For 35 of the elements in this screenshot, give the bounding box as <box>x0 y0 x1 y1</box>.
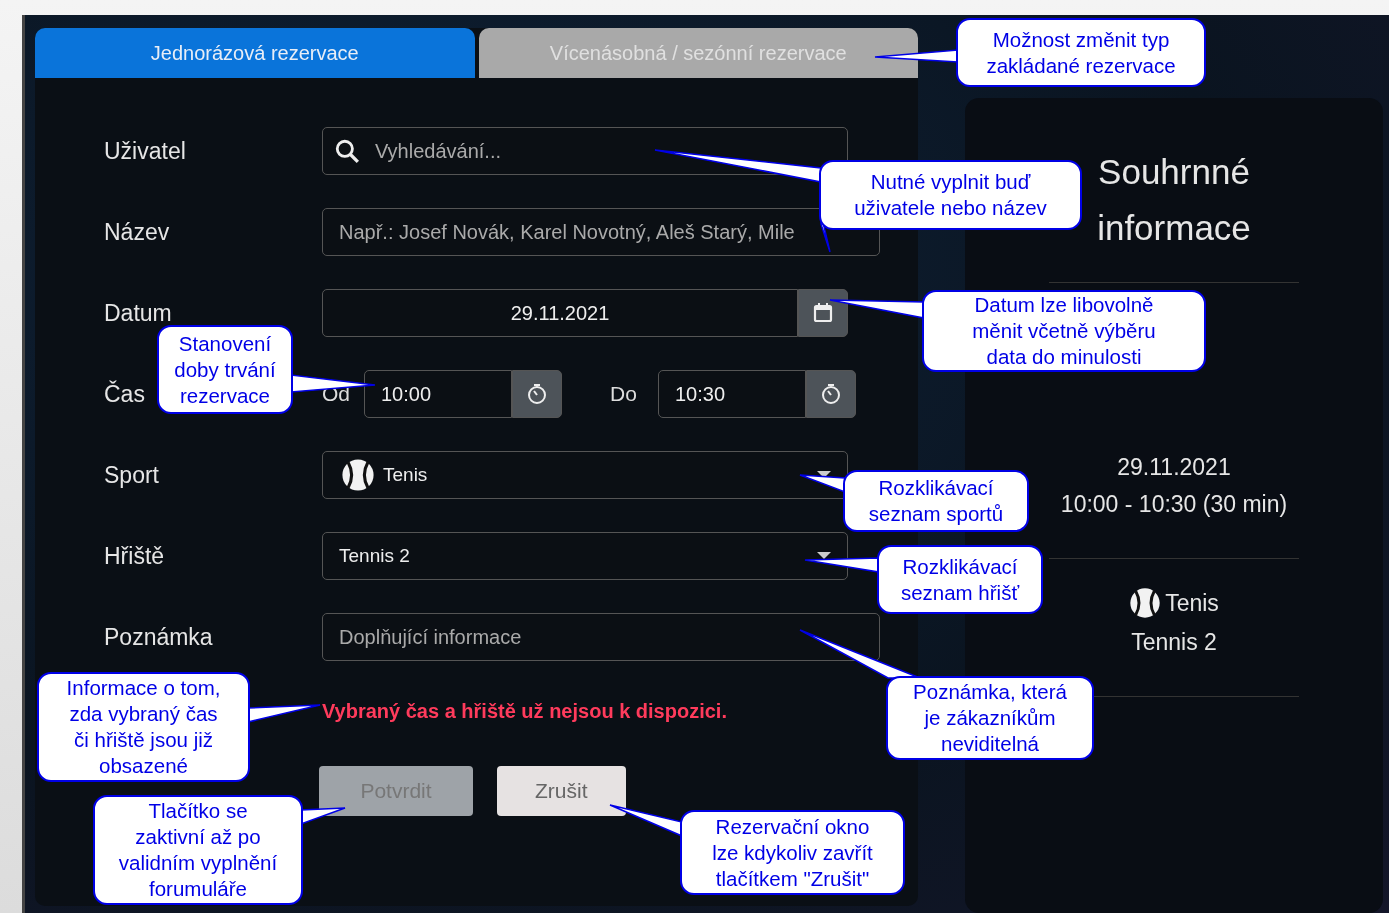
callout: Rozklikávací seznam hřišť <box>877 545 1043 614</box>
callout: Nutné vyplnit buď uživatele nebo název <box>819 160 1082 230</box>
callout: Informace o tom, zda vybraný čas či hřiště jsou již obsazené <box>37 672 250 782</box>
field-label: Sport <box>104 461 159 488</box>
field-label: Datum <box>104 299 172 326</box>
search-field[interactable]: Vyhledávání... <box>322 127 848 175</box>
callout: Tlačítko se zaktivní až po validním vyplnění forumuláře <box>93 795 303 905</box>
summary-title: Souhrnné informace <box>1096 151 1252 249</box>
callout: Stanovení doby trvání rezervace <box>157 325 293 414</box>
callout: Rozklikávací seznam sportů <box>843 470 1029 532</box>
callout: Možnost změnit typ zakládané rezervace <box>956 18 1206 87</box>
field-label: Uživatel <box>104 137 186 164</box>
text-field[interactable]: Doplňující informace <box>322 613 880 661</box>
to-label: Do <box>610 382 638 406</box>
callout: Poznámka, která je zákazníkům neviditelná <box>886 676 1094 760</box>
select-value: Tenis <box>383 464 429 486</box>
summary-date: 29.11.2021 <box>1117 454 1231 481</box>
error-message: Vybraný čas a hřiště už nejsou k dispozici. <box>322 700 728 723</box>
tab[interactable]: Jednorázová rezervace <box>35 28 475 78</box>
callout: Rezervační okno lze kdykoliv zavřít tlačítkem "Zrušit" <box>680 810 905 895</box>
select-field[interactable]: Tenis <box>322 451 848 499</box>
callout: Datum lze libovolně měnit včetně výběru data do minulosti <box>922 290 1206 372</box>
summary-court: Tennis 2 <box>1131 629 1217 656</box>
field-label: Hřiště <box>104 542 165 569</box>
field-label: Poznámka <box>104 623 213 650</box>
time-field[interactable]: 10:30 <box>658 370 806 418</box>
date-field[interactable]: 29.11.2021 <box>322 289 798 337</box>
time-field[interactable]: 10:00 <box>364 370 512 418</box>
select-value: Tennis 2 <box>339 545 411 567</box>
cancel-button[interactable]: Zrušit <box>497 766 626 816</box>
select-field[interactable]: Tennis 2 <box>322 532 848 580</box>
summary-sport: Tenis <box>1165 589 1219 617</box>
field-label: Čas <box>104 380 145 407</box>
summary-time: 10:00 - 10:30 (30 min) <box>1060 491 1288 518</box>
field-label: Název <box>104 218 170 245</box>
